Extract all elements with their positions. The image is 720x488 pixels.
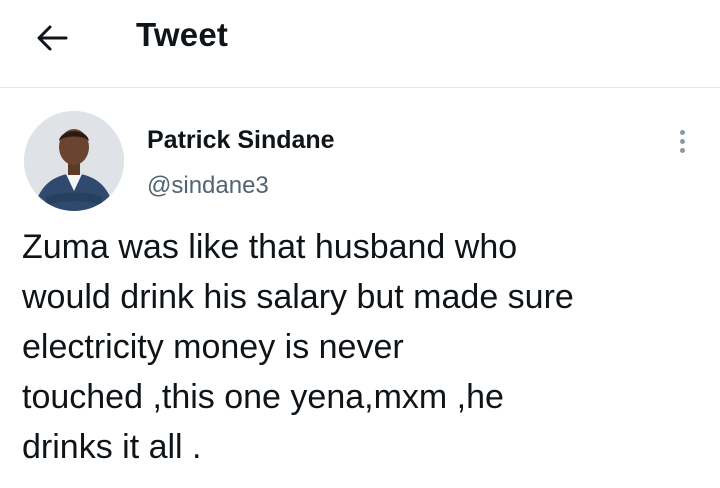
- page-title: Tweet: [136, 16, 229, 53]
- tweet-text-line: would drink his salary but made sure: [22, 278, 574, 316]
- top-bar: Tweet: [0, 0, 720, 88]
- tweet-text-line: electricity money is never: [22, 328, 404, 366]
- arrow-left-icon: [37, 25, 68, 51]
- author-handle[interactable]: @sindane3: [147, 172, 269, 200]
- tweet-text-line: drinks it all .: [22, 428, 202, 466]
- tweet-text: Zuma was like that husband who would dri…: [22, 222, 712, 472]
- avatar-photo: [24, 111, 124, 211]
- author-name[interactable]: Patrick Sindane: [147, 126, 335, 155]
- tweet-text-line: touched ,this one yena,mxm ,he: [22, 378, 504, 416]
- more-vertical-icon: [679, 129, 685, 135]
- tweet-text-line: Zuma was like that husband who: [22, 228, 518, 266]
- avatar[interactable]: [24, 111, 124, 211]
- back-button[interactable]: [30, 16, 74, 60]
- more-dot: [679, 138, 685, 144]
- more-options-button[interactable]: [668, 124, 696, 158]
- more-dot: [679, 147, 685, 153]
